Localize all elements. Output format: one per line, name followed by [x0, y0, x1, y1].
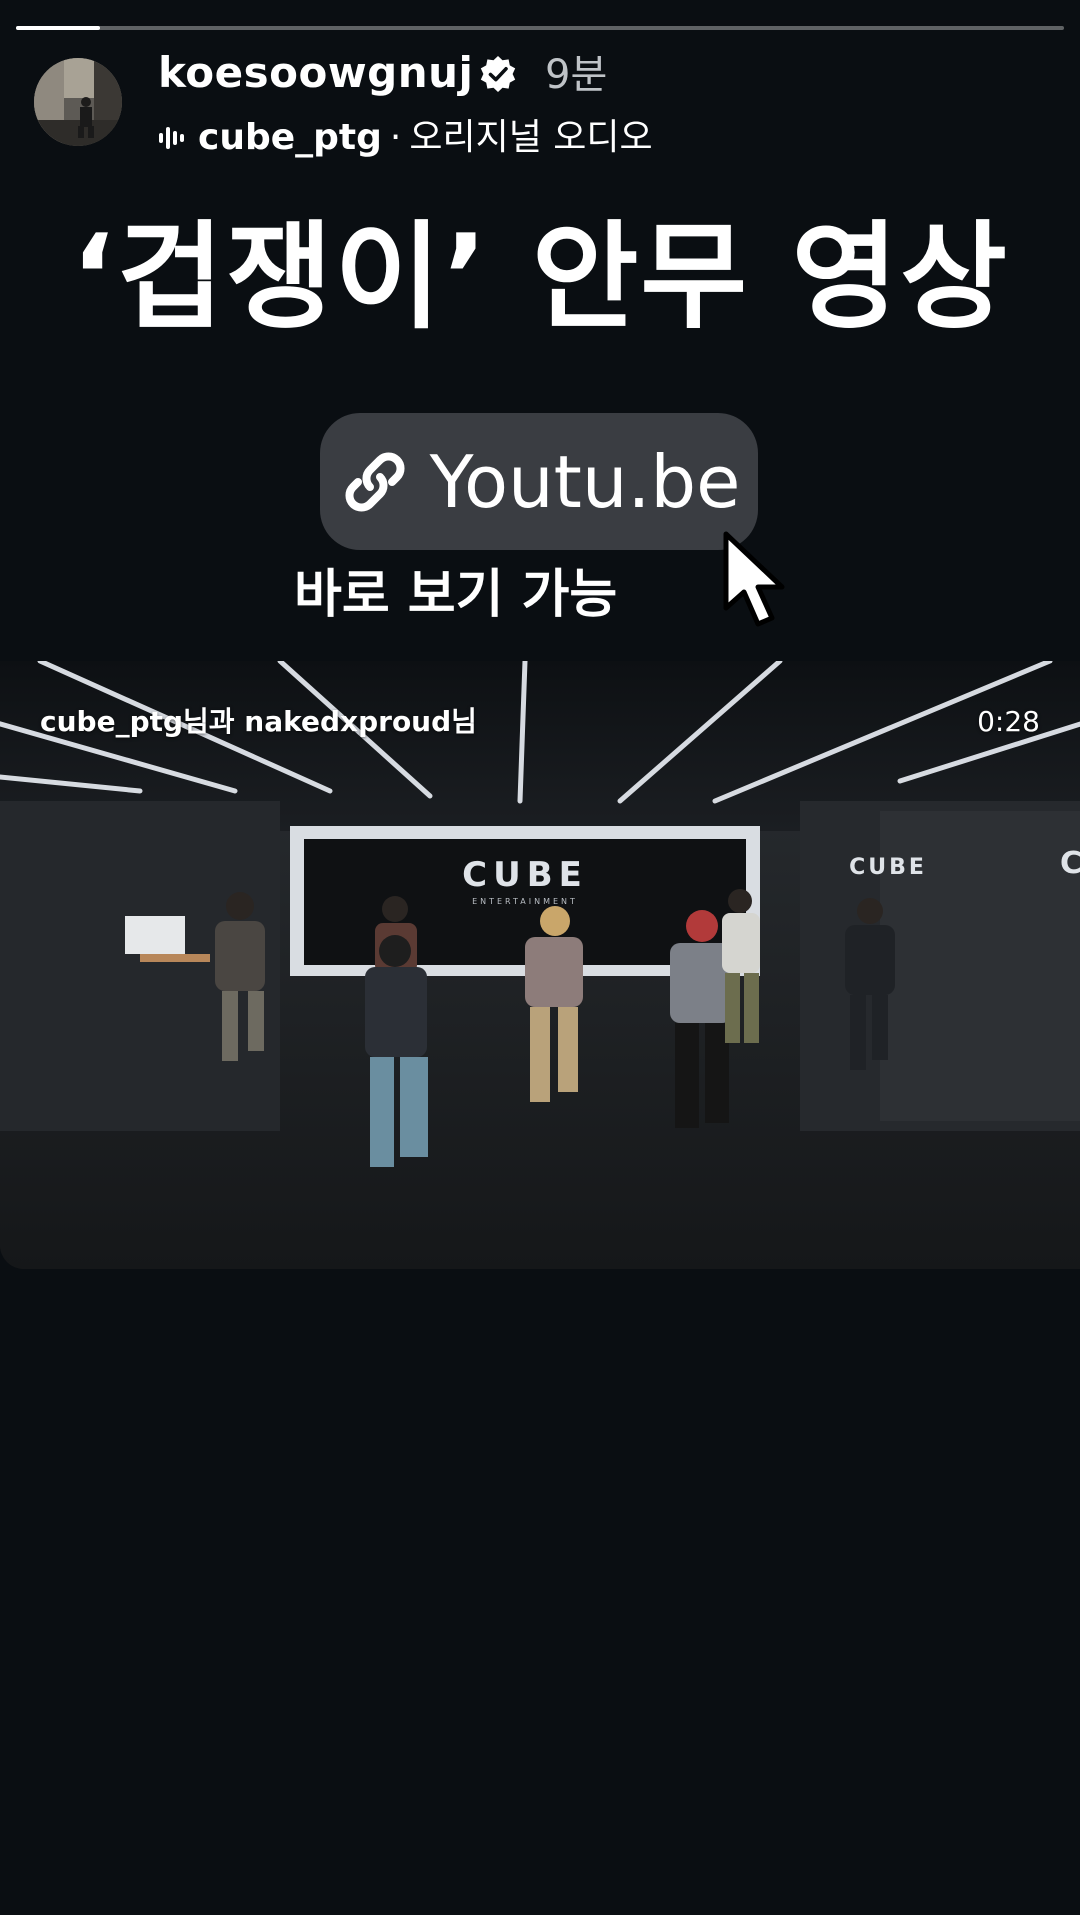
audio-source: cube_ptg — [198, 117, 382, 158]
username[interactable]: koesoowgnuj — [158, 46, 473, 100]
wall-logo-sub: ENTERTAINMENT — [472, 897, 578, 906]
link-sticker-label: Youtu.be — [429, 439, 741, 524]
wall-logo: CUBE — [462, 855, 588, 895]
story-progress-fill — [16, 26, 100, 30]
link-sticker[interactable]: Youtu.be — [320, 413, 758, 550]
video-duration: 0:28 — [977, 705, 1040, 738]
link-icon — [345, 452, 405, 511]
sub-caption: 바로 보기 가능 — [294, 565, 618, 625]
post-time: 9분 — [545, 52, 608, 98]
video-player[interactable]: CUBE ENTERTAINMENT CUBE CUBE — [0, 661, 1080, 1269]
story-headline: ‘겁쟁이’ 안무 영상 — [71, 210, 1009, 345]
cursor-arrow-icon — [723, 531, 785, 627]
far-wall-logo: CUBE — [1060, 846, 1080, 881]
video-frame: CUBE ENTERTAINMENT CUBE CUBE — [0, 661, 1080, 1269]
verified-badge-icon — [480, 56, 516, 92]
audio-separator: · — [389, 117, 402, 158]
side-wall-logo: CUBE — [849, 855, 927, 880]
video-credit: cube_ptg님과 nakedxproud님 — [40, 705, 477, 738]
avatar[interactable] — [34, 58, 122, 146]
audio-attribution[interactable]: cube_ptg · 오리지널 오디오 — [198, 114, 653, 162]
avatar-photo — [34, 58, 122, 146]
audio-label: 오리지널 오디오 — [409, 117, 653, 158]
audio-wave-icon — [159, 127, 184, 149]
story-progress-bar — [16, 26, 1064, 30]
